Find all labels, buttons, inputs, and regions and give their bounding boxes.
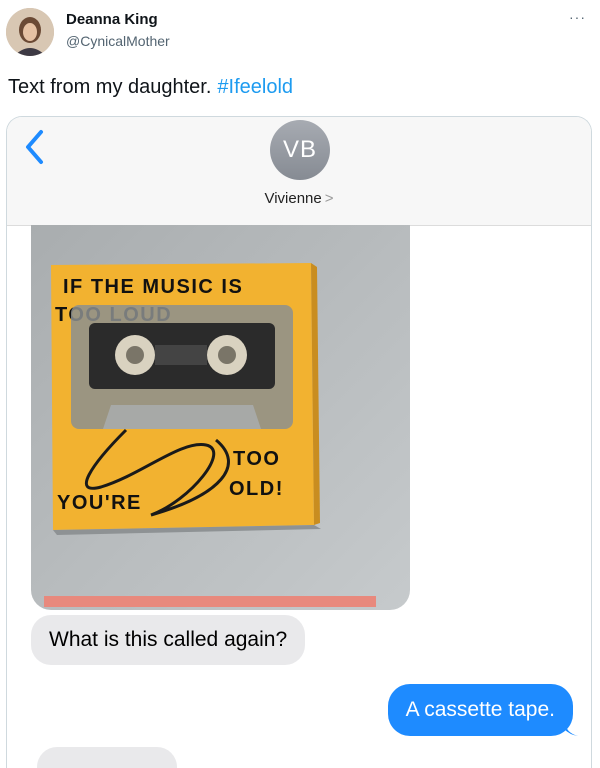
art-text-line4: TOO <box>233 448 280 470</box>
art-text-line3: YOU'RE <box>57 492 142 514</box>
bubble-tail-icon <box>564 721 578 736</box>
art-text-line1: IF THE MUSIC IS <box>63 276 243 298</box>
tweet-media-screenshot[interactable]: VB Vivienne> IF THE MUSIC IS TOO LOUD YO… <box>6 116 592 768</box>
author-name[interactable]: Deanna King <box>66 11 158 28</box>
cassette-tape <box>71 305 293 429</box>
contact-avatar[interactable]: VB <box>270 120 330 180</box>
author-avatar[interactable] <box>6 8 54 56</box>
chevron-right-icon: > <box>324 190 334 207</box>
tweet-text: Text from my daughter. #Ifeelold <box>8 76 293 99</box>
contact-name[interactable]: Vivienne > <box>7 190 591 207</box>
imessage-header: VB Vivienne > <box>7 117 591 226</box>
message-photo[interactable]: IF THE MUSIC IS TOO LOUD YOU'RE TOO OLD! <box>31 225 410 610</box>
outgoing-message-bubble[interactable]: A cassette tape. <box>387 684 573 736</box>
hashtag-link[interactable]: #Ifeelold <box>217 76 293 98</box>
tweet-header: Deanna King @CynicalMother ··· <box>0 0 600 66</box>
more-options-icon[interactable]: ··· <box>569 9 586 25</box>
author-handle[interactable]: @CynicalMother <box>66 33 170 49</box>
pink-strip <box>44 596 376 607</box>
contact-name-label: Vivienne <box>264 190 322 207</box>
cassette-art-photo: IF THE MUSIC IS TOO LOUD YOU'RE TOO OLD! <box>31 225 410 610</box>
tweet-body: Text from my daughter. <box>8 76 212 98</box>
art-text-line5: OLD! <box>229 478 284 500</box>
incoming-message-bubble[interactable]: What is this called again? <box>31 615 306 665</box>
back-chevron-icon[interactable] <box>23 127 45 167</box>
partial-message-bubble <box>37 747 177 768</box>
